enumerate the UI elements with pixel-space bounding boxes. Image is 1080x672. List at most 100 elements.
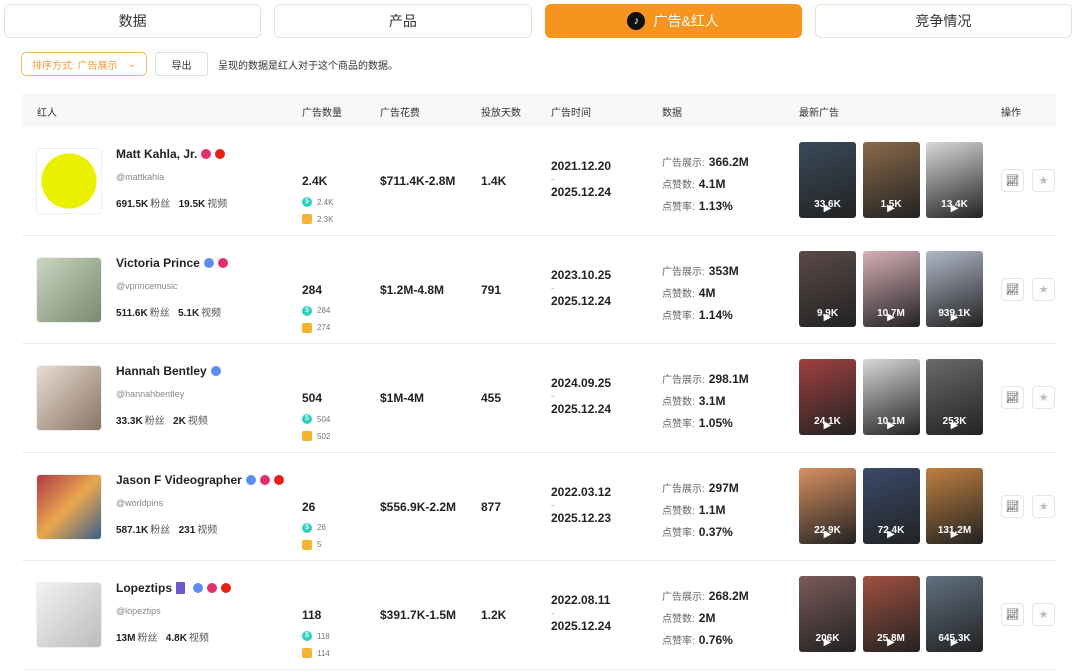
influencer-name[interactable]: Matt Kahla, Jr.	[116, 147, 197, 161]
ad-thumbnail[interactable]: ▶ 22.9K	[799, 467, 856, 544]
export-button[interactable]: 导出	[155, 52, 208, 76]
likes-label: 点赞数:	[662, 397, 695, 408]
likes-label: 点赞数:	[662, 614, 695, 625]
col-days[interactable]: 投放天数	[481, 104, 521, 119]
ad-spend: $556.9K-2.2M	[380, 499, 457, 514]
influencer-name[interactable]: Lopeztips	[116, 581, 172, 595]
views-count: ▶ 645.3K	[926, 633, 983, 648]
ad-thumbnail[interactable]: ▶ 33.6K	[799, 142, 856, 218]
tab-data[interactable]: 数据	[4, 4, 262, 38]
avatar[interactable]	[36, 256, 102, 323]
fans-label: 粉丝	[150, 199, 171, 210]
instagram-icon[interactable]	[217, 257, 228, 268]
impressions: 353M	[708, 263, 739, 278]
tab-label: 广告&红人	[653, 13, 719, 29]
favorite-button[interactable]: ★	[1032, 169, 1055, 192]
shop-icon	[302, 648, 312, 658]
dollar-icon: $	[302, 197, 312, 207]
ad-thumbnail[interactable]: ▶ 24.1K	[799, 359, 856, 435]
instagram-icon[interactable]	[259, 474, 270, 485]
ad-thumbnail[interactable]: ▶ 1.5K	[862, 142, 920, 218]
col-actions: 操作	[1001, 108, 1021, 119]
col-ad-count[interactable]: 广告数量	[302, 104, 342, 119]
table-row: Matt Kahla, Jr. @mattkahla 691.5K 粉丝 19.5…	[22, 127, 1056, 236]
ad-thumbnail[interactable]: ▶ 25.8M	[862, 576, 920, 652]
views-count: ▶ 25.8M	[863, 633, 920, 648]
email-icon[interactable]	[210, 366, 221, 376]
videos-label: 视频	[197, 524, 218, 536]
avatar[interactable]	[36, 582, 102, 648]
fans-count: 587.1K	[116, 524, 149, 536]
ad-thumbnail[interactable]: ▶ 131.2M	[926, 467, 983, 544]
star-icon: ★	[1038, 392, 1049, 404]
instagram-icon[interactable]	[207, 583, 217, 593]
youtube-icon[interactable]	[273, 474, 284, 485]
instagram-icon[interactable]	[201, 149, 212, 159]
like-rate: 1.05%	[698, 416, 733, 430]
trend-chart-button[interactable]: 📈︎	[1001, 494, 1024, 518]
ad-thumbnail[interactable]: ▶ 13.4K	[926, 142, 983, 218]
col-influencer[interactable]: 红人	[37, 104, 57, 119]
views-value: 24.1K	[814, 416, 841, 427]
col-ad-time[interactable]: 广告时间	[551, 104, 591, 119]
trend-chart-button[interactable]: 📈︎	[1001, 386, 1024, 409]
email-icon[interactable]	[203, 257, 214, 268]
table-row: Lopeztips @lopeztips 13M 粉丝 4.8K 视频 118 $1…	[22, 561, 1056, 670]
rate-label: 点赞率:	[662, 419, 695, 430]
ad-thumbnail[interactable]: ▶ 9.9K	[799, 250, 856, 327]
fans-label: 粉丝	[150, 524, 171, 536]
tab-competition[interactable]: 竞争情况	[814, 4, 1072, 38]
influencer-handle: @vprincemusic	[116, 280, 178, 291]
views-value: 1.5K	[880, 199, 902, 210]
sort-dropdown[interactable]: 排序方式: 广告展示 ⌄	[21, 52, 147, 76]
ad-thumbnail[interactable]: ▶ 72.4K	[862, 467, 920, 544]
tab-ads-influencers[interactable]: ♪ 广告&红人	[544, 4, 802, 38]
avatar[interactable]	[36, 473, 102, 540]
ad-days: 791	[481, 282, 502, 297]
views-count: ▶ 33.6K	[799, 199, 856, 214]
favorite-button[interactable]: ★	[1032, 277, 1055, 301]
views-count: ▶ 72.4K	[863, 525, 920, 540]
ad-thumbnail[interactable]: ▶ 939.1K	[926, 250, 983, 327]
avatar[interactable]	[36, 148, 102, 214]
trend-chart-button[interactable]: 📈︎	[1001, 169, 1024, 192]
start-date: 2023.10.25	[551, 267, 612, 282]
email-icon[interactable]	[193, 583, 203, 593]
fans-count: 13M	[116, 633, 136, 644]
likes: 3.1M	[698, 394, 726, 408]
impr-label: 广告展示:	[662, 592, 705, 603]
star-icon: ★	[1038, 609, 1049, 621]
flag-icon[interactable]	[176, 582, 185, 594]
ad-thumbnail[interactable]: ▶ 645.3K	[926, 576, 983, 652]
favorite-button[interactable]: ★	[1032, 386, 1055, 409]
shop-icon	[302, 214, 312, 224]
ad-thumbnail[interactable]: ▶ 10.7M	[862, 250, 920, 327]
videos-count: 231	[178, 524, 196, 536]
col-data[interactable]: 数据	[662, 104, 682, 119]
data-note: 呈现的数据是红人对于这个商品的数据。	[218, 60, 398, 72]
favorite-button[interactable]: ★	[1032, 603, 1055, 626]
influencer-handle: @lopeztips	[116, 606, 161, 616]
views-value: 645.3K	[938, 633, 971, 644]
tab-products[interactable]: 产品	[274, 4, 532, 38]
ad-thumbnail[interactable]: ▶ 253K	[926, 359, 983, 435]
influencer-name[interactable]: Victoria Prince	[116, 256, 200, 270]
trend-chart-button[interactable]: 📈︎	[1001, 603, 1024, 626]
likes-label: 点赞数:	[662, 505, 695, 517]
ad-thumbnail[interactable]: ▶ 206K	[799, 576, 856, 652]
trend-chart-button[interactable]: 📈︎	[1001, 277, 1024, 301]
end-date: 2025.12.24	[551, 402, 612, 416]
youtube-icon[interactable]	[215, 149, 226, 159]
email-icon[interactable]	[245, 474, 256, 485]
views-count: ▶ 939.1K	[926, 308, 983, 323]
chart-icon: 📈︎	[1005, 283, 1020, 296]
influencer-name[interactable]: Jason F Videographer	[116, 473, 242, 487]
avatar[interactable]	[36, 365, 102, 431]
ad-count-spark: $2.4K	[302, 197, 333, 207]
favorite-button[interactable]: ★	[1032, 494, 1055, 518]
views-value: 72.4K	[877, 524, 905, 536]
col-ad-spend[interactable]: 广告花费	[380, 104, 420, 119]
youtube-icon[interactable]	[221, 583, 231, 593]
influencer-name[interactable]: Hannah Bentley	[116, 364, 207, 378]
ad-thumbnail[interactable]: ▶ 10.1M	[862, 359, 920, 435]
